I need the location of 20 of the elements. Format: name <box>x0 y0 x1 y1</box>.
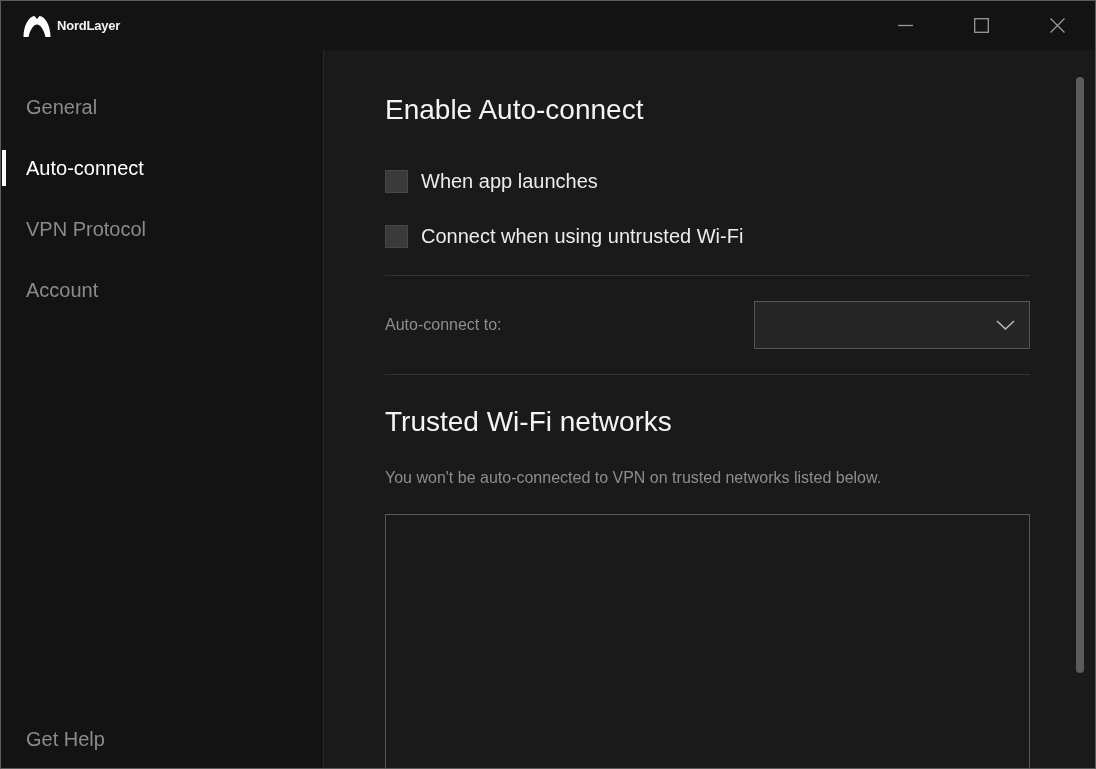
checkbox[interactable] <box>385 224 408 248</box>
sidebar-item[interactable]: General <box>2 89 102 125</box>
scrollbar-thumb[interactable] <box>1076 77 1084 673</box>
maximize-icon <box>973 18 989 33</box>
chevron-down-icon <box>996 320 1015 330</box>
dropdown[interactable] <box>754 301 1030 349</box>
sidebar-item[interactable]: Auto-connect <box>2 150 148 186</box>
field-label: Auto-connect to: <box>385 315 502 335</box>
app-title: NordLayer <box>57 16 121 35</box>
checkbox-label[interactable]: When app launches <box>421 166 598 196</box>
close-icon <box>1049 18 1065 33</box>
section-heading: Enable Auto-connect <box>385 93 644 127</box>
checkbox-label[interactable]: Connect when using untrusted Wi-Fi <box>421 221 744 251</box>
sidebar-item[interactable]: Account <box>2 272 103 308</box>
checkbox[interactable] <box>385 169 408 193</box>
help-link[interactable]: Get Help <box>2 724 109 754</box>
logo-icon <box>23 14 51 37</box>
section-heading: Trusted Wi-Fi networks <box>385 405 672 439</box>
description-text: You won't be auto-connected to VPN on trusted networks listed below. <box>385 468 882 488</box>
sidebar-item[interactable]: VPN Protocol <box>2 211 151 247</box>
